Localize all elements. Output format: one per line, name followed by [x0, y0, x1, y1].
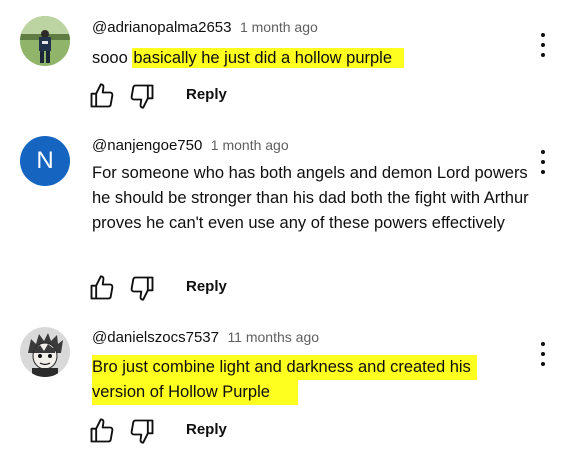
avatar[interactable]: [20, 16, 70, 66]
comment-text-highlight: basically he just did a hollow purple: [132, 48, 405, 68]
like-icon[interactable]: [88, 82, 116, 110]
avatar-letter: N: [36, 147, 54, 174]
comment-author[interactable]: @danielszocs7537: [92, 329, 219, 346]
like-icon[interactable]: [88, 274, 116, 302]
comment-header: @adrianopalma2653 1 month ago: [92, 19, 318, 37]
avatar[interactable]: N: [20, 136, 70, 186]
reply-button[interactable]: Reply: [186, 278, 227, 295]
comment-time[interactable]: 1 month ago: [211, 137, 289, 153]
more-options-icon[interactable]: [538, 342, 548, 366]
comment-header: @danielszocs7537 11 months ago: [92, 329, 319, 347]
comment-header: @nanjengoe750 1 month ago: [92, 137, 289, 155]
comment-actions: Reply: [88, 274, 288, 302]
comment-text-highlight-line1: Bro just combine light and darkness and …: [92, 355, 477, 380]
avatar-photo: [20, 16, 70, 66]
dislike-icon[interactable]: [128, 82, 156, 110]
like-icon[interactable]: [88, 417, 116, 445]
reply-button[interactable]: Reply: [186, 86, 227, 103]
comment-text: Bro just combine light and darkness and …: [92, 355, 542, 405]
reply-button[interactable]: Reply: [186, 421, 227, 438]
comment-time[interactable]: 1 month ago: [240, 19, 318, 35]
comment-actions: Reply: [88, 82, 288, 110]
dislike-icon[interactable]: [128, 417, 156, 445]
dislike-icon[interactable]: [128, 274, 156, 302]
comment-text: sooo basically he just did a hollow purp…: [92, 46, 542, 71]
avatar-anime-character: [20, 327, 70, 377]
comment-actions: Reply: [88, 417, 288, 445]
more-options-icon[interactable]: [538, 33, 548, 57]
comment-text: For someone who has both angels and demo…: [92, 164, 529, 232]
comment-text-plain: sooo: [92, 49, 133, 67]
comment-author[interactable]: @adrianopalma2653: [92, 19, 232, 36]
comment-author[interactable]: @nanjengoe750: [92, 137, 202, 154]
avatar[interactable]: [20, 327, 70, 377]
more-options-icon[interactable]: [538, 150, 548, 174]
comment-text-highlight-line2: version of Hollow Purple: [92, 380, 298, 405]
comment-time[interactable]: 11 months ago: [227, 329, 319, 345]
